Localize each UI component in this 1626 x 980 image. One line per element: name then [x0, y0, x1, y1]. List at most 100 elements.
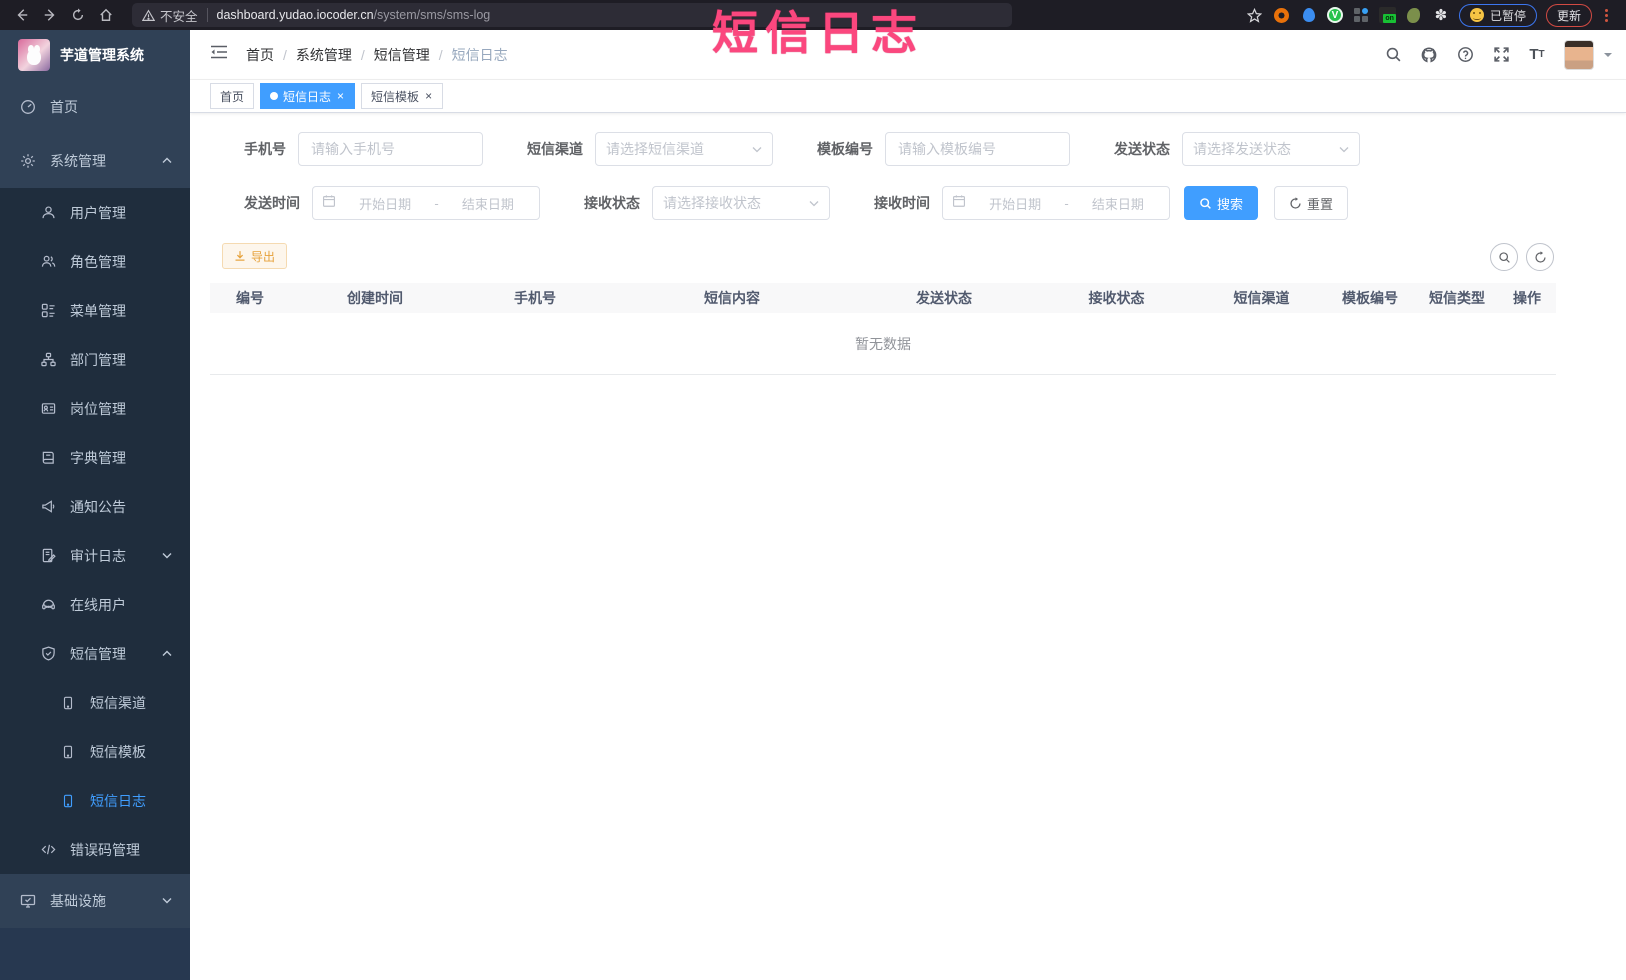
- gear-icon: [20, 153, 36, 169]
- sidebar-item-label: 短信管理: [70, 645, 126, 662]
- sidebar-item-sms-template[interactable]: 短信模板: [0, 727, 190, 776]
- paused-chip[interactable]: 已暂停: [1458, 3, 1537, 27]
- sidebar-item-label: 短信模板: [90, 743, 146, 760]
- refresh-table-button[interactable]: [1526, 243, 1554, 271]
- sidebar-item-online-users[interactable]: 在线用户: [0, 580, 190, 629]
- filter-label: 发送时间: [244, 195, 300, 211]
- sidebar-item-label: 审计日志: [70, 547, 126, 564]
- browser-menu-icon[interactable]: [1601, 8, 1618, 22]
- sidebar-item-label: 短信日志: [90, 792, 146, 809]
- select-placeholder: 请选择接收状态: [663, 195, 761, 211]
- breadcrumb-home[interactable]: 首页: [246, 45, 274, 65]
- sidebar-item-dict-management[interactable]: 字典管理: [0, 433, 190, 482]
- extension-flower-icon[interactable]: ✽: [1432, 6, 1450, 24]
- github-icon[interactable]: [1416, 42, 1442, 68]
- toggle-search-button[interactable]: [1490, 243, 1518, 271]
- app-logo[interactable]: 芋道管理系统: [0, 30, 190, 80]
- tab-label: 首页: [220, 89, 245, 104]
- sidebar-item-error-code-management[interactable]: 错误码管理: [0, 825, 190, 874]
- tab-home[interactable]: 首页: [210, 83, 255, 109]
- filter-receive-time: 接收时间 开始日期 - 结束日期: [874, 186, 1170, 220]
- refresh-icon: [1534, 250, 1546, 263]
- sidebar-item-menu-management[interactable]: 菜单管理: [0, 286, 190, 335]
- breadcrumb-separator: /: [283, 46, 287, 63]
- extension-on-icon[interactable]: on: [1378, 7, 1396, 23]
- paused-label: 已暂停: [1489, 8, 1526, 23]
- sidebar-item-post-management[interactable]: 岗位管理: [0, 384, 190, 433]
- extension-v-icon[interactable]: V: [1326, 7, 1343, 23]
- daterange-separator: -: [434, 195, 439, 211]
- table-header-channel: 短信渠道: [1233, 290, 1290, 306]
- sidebar-item-label: 菜单管理: [70, 302, 126, 319]
- sidebar-filler: [0, 928, 190, 980]
- extension-donut-icon[interactable]: [1273, 6, 1291, 24]
- send-status-select[interactable]: 请选择发送状态: [1182, 132, 1360, 166]
- font-size-icon[interactable]: TT: [1524, 42, 1550, 68]
- search-icon: [1498, 251, 1510, 263]
- sidebar-item-audit-log[interactable]: 审计日志: [0, 531, 190, 580]
- sidebar-item-infrastructure[interactable]: 基础设施: [0, 874, 190, 928]
- user-avatar[interactable]: [1564, 39, 1594, 70]
- chevron-down-icon: [752, 140, 762, 158]
- home-icon[interactable]: [94, 3, 118, 27]
- tab-sms-template[interactable]: 短信模板: [361, 83, 444, 109]
- receive-status-select[interactable]: 请选择接收状态: [652, 186, 830, 220]
- bookmark-star-icon[interactable]: [1246, 6, 1264, 24]
- sidebar-item-label: 岗位管理: [70, 400, 126, 417]
- avatar-caret-icon[interactable]: [1604, 52, 1612, 61]
- warning-icon: [142, 8, 155, 21]
- sidebar-item-sms-log[interactable]: 短信日志: [0, 776, 190, 825]
- filter-channel: 短信渠道 请选择短信渠道: [527, 132, 773, 166]
- breadcrumb-separator: /: [360, 46, 365, 63]
- forward-icon[interactable]: [38, 3, 62, 27]
- refresh-icon: [1290, 196, 1301, 209]
- sidebar-item-role-management[interactable]: 角色管理: [0, 237, 190, 286]
- sidebar-item-user-management[interactable]: 用户管理: [0, 188, 190, 237]
- sidebar: 芋道管理系统 首页 系统管理 用户管理 角色管理 菜单管理 部门管理 岗位管理 …: [0, 30, 190, 980]
- sidebar-item-department-management[interactable]: 部门管理: [0, 335, 190, 384]
- sidebar-fold-icon[interactable]: [190, 44, 246, 65]
- sidebar-item-sms-management[interactable]: 短信管理: [0, 629, 190, 678]
- tab-sms-log[interactable]: 短信日志: [260, 83, 356, 109]
- export-button[interactable]: 导出: [222, 243, 288, 269]
- breadcrumb-sms[interactable]: 短信管理: [374, 45, 430, 65]
- reload-icon[interactable]: [66, 3, 90, 27]
- reset-button-label: 重置: [1307, 196, 1334, 212]
- sidebar-item-home[interactable]: 首页: [0, 80, 190, 134]
- update-button[interactable]: 更新: [1545, 3, 1592, 27]
- update-label: 更新: [1556, 8, 1581, 23]
- sidebar-item-sms-channel[interactable]: 短信渠道: [0, 678, 190, 727]
- phone-input[interactable]: [298, 132, 483, 166]
- breadcrumb-current: 短信日志: [451, 46, 508, 63]
- sidebar-item-system-management[interactable]: 系统管理: [0, 134, 190, 188]
- sidebar-item-label: 系统管理: [50, 153, 106, 169]
- table-empty-state: 暂无数据: [210, 313, 1556, 375]
- site-security[interactable]: 不安全: [142, 6, 198, 25]
- back-icon[interactable]: [10, 3, 34, 27]
- help-icon[interactable]: [1452, 42, 1478, 68]
- breadcrumb-system[interactable]: 系统管理: [296, 45, 352, 65]
- tab-dot: [270, 92, 279, 100]
- channel-select[interactable]: 请选择短信渠道: [595, 132, 773, 166]
- send-time-daterange[interactable]: 开始日期 - 结束日期: [312, 186, 540, 220]
- tab-close-icon[interactable]: [336, 90, 345, 102]
- receive-time-daterange[interactable]: 开始日期 - 结束日期: [942, 186, 1170, 220]
- table-header-template-id: 模板编号: [1342, 290, 1398, 306]
- sidebar-item-notice[interactable]: 通知公告: [0, 482, 190, 531]
- fullscreen-icon[interactable]: [1488, 42, 1514, 68]
- tab-close-icon[interactable]: [424, 90, 433, 102]
- search-button[interactable]: 搜索: [1184, 186, 1259, 220]
- extension-leaf-icon[interactable]: [1405, 6, 1423, 24]
- tab-label: 短信模板: [371, 89, 420, 104]
- monitor-check-icon: [20, 893, 36, 909]
- extension-drop-icon[interactable]: [1300, 6, 1318, 24]
- start-date-placeholder: 开始日期: [359, 196, 412, 212]
- reset-button[interactable]: 重置: [1274, 186, 1349, 220]
- shield-check-icon: [40, 646, 56, 662]
- end-date-placeholder: 结束日期: [1091, 196, 1144, 212]
- search-icon[interactable]: [1380, 42, 1406, 68]
- extension-grid-icon[interactable]: [1352, 6, 1370, 24]
- template-id-input[interactable]: [885, 132, 1070, 166]
- sidebar-item-label: 错误码管理: [70, 841, 140, 858]
- filter-receive-status: 接收状态 请选择接收状态: [584, 186, 830, 220]
